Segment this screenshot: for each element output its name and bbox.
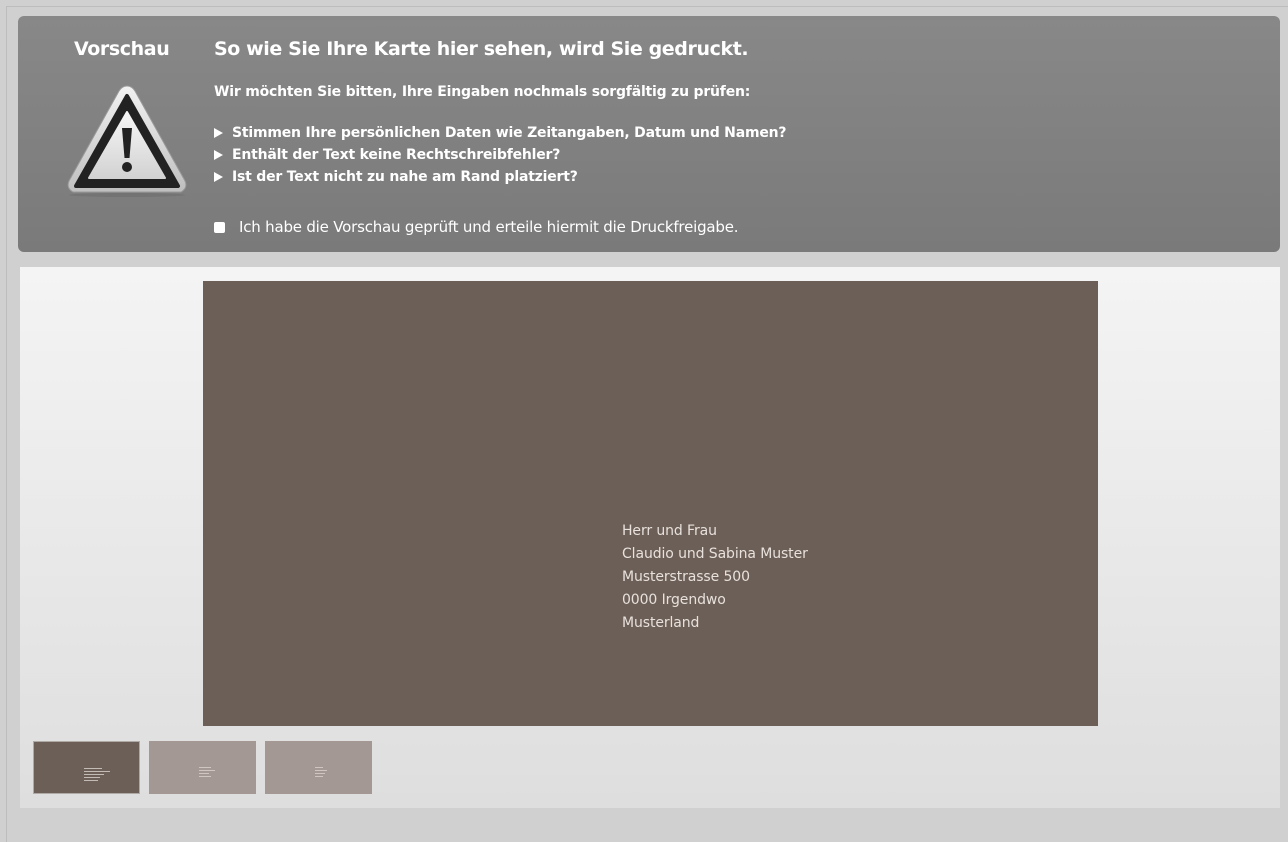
print-approval-checkbox[interactable] — [214, 221, 225, 233]
warning-triangle-icon — [64, 82, 190, 198]
address-block: Herr und Frau Claudio und Sabina Muster … — [622, 520, 808, 635]
checklist-item: Ist der Text nicht zu nahe am Rand platz… — [214, 166, 786, 188]
notice-intro: Wir möchten Sie bitten, Ihre Eingaben no… — [214, 84, 751, 100]
card-preview-area: Herr und Frau Claudio und Sabina Muster … — [20, 267, 1280, 808]
address-line: Herr und Frau — [622, 523, 717, 539]
checklist: Stimmen Ihre persönlichen Daten wie Zeit… — [214, 122, 787, 188]
arrow-right-icon — [214, 172, 223, 182]
address-line: Claudio und Sabina Muster — [622, 546, 808, 562]
address-line: Musterland — [622, 615, 700, 631]
address-line: Musterstrasse 500 — [622, 569, 750, 585]
preview-notice: Vorschau So wie Sie Ihre Karte hier sehe… — [18, 16, 1280, 252]
checklist-item-label: Stimmen Ihre persönlichen Daten wie Zeit… — [232, 125, 787, 141]
notice-label: Vorschau — [74, 38, 170, 60]
checklist-item: Stimmen Ihre persönlichen Daten wie Zeit… — [214, 122, 787, 144]
print-approval[interactable]: Ich habe die Vorschau geprüft und erteil… — [214, 218, 739, 236]
page-thumbnail-3[interactable] — [265, 741, 372, 794]
checklist-item: Enthält der Text keine Rechtschreibfehle… — [214, 144, 786, 166]
thumbnail-text-lines — [84, 768, 110, 783]
page-thumbnail-1[interactable] — [33, 741, 140, 794]
thumbnail-text-lines — [199, 767, 215, 779]
checklist-item-label: Ist der Text nicht zu nahe am Rand platz… — [232, 169, 578, 185]
page-thumbnails — [33, 741, 381, 794]
card-preview: Herr und Frau Claudio und Sabina Muster … — [203, 281, 1098, 726]
checklist-item-label: Enthält der Text keine Rechtschreibfehle… — [232, 147, 561, 163]
arrow-right-icon — [214, 150, 223, 160]
arrow-right-icon — [214, 128, 223, 138]
thumbnail-text-lines — [315, 767, 327, 779]
notice-title: So wie Sie Ihre Karte hier sehen, wird S… — [214, 38, 749, 60]
address-line: 0000 Irgendwo — [622, 592, 726, 608]
page-thumbnail-2[interactable] — [149, 741, 256, 794]
print-approval-label[interactable]: Ich habe die Vorschau geprüft und erteil… — [239, 218, 739, 236]
